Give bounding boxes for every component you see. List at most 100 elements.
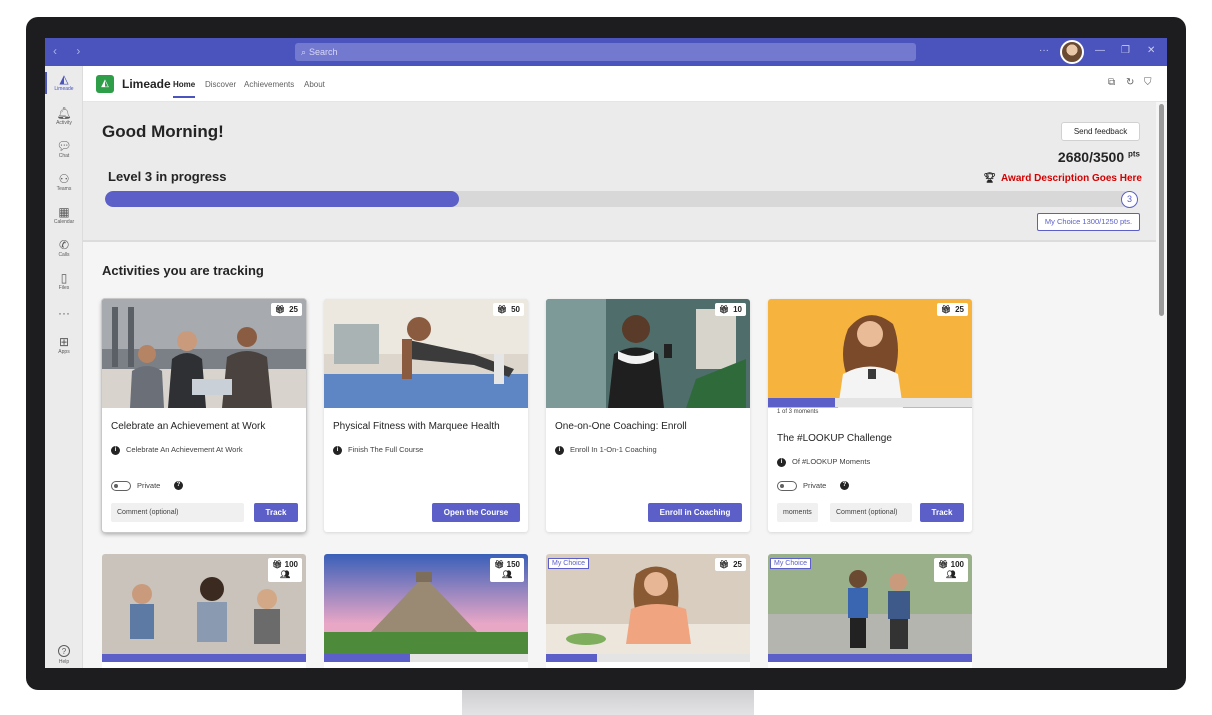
progress-strip (768, 654, 972, 662)
rail-item-files[interactable]: ▯ Files (45, 271, 83, 292)
nav-arrows[interactable]: ‹ › (53, 44, 88, 58)
card-title[interactable]: One-on-One Coaching: Enroll (555, 421, 687, 432)
progress-strip (324, 654, 528, 662)
gift-icon: 🎁︎ (718, 560, 730, 569)
more-options-button[interactable]: ··· (1039, 45, 1049, 56)
activity-card-nutrition[interactable]: My Choice 🎁︎ 25 (546, 554, 750, 668)
points-badge: 🎁︎ 100 👥︎ (934, 558, 968, 582)
points-badge: 🎁︎ 10 (714, 303, 746, 316)
rail-item-teams[interactable]: ⚇ Teams (45, 172, 83, 193)
private-label: Private (803, 481, 827, 490)
private-toggle[interactable] (777, 481, 797, 491)
level-badge: 3 (1121, 191, 1138, 208)
tab-discover[interactable]: Discover (205, 80, 236, 89)
moments-progress-fill (768, 398, 836, 407)
teams-window: ‹ › ⌕ Search ··· — ❐ ✕ ◭ Limeade 🔔︎ Activ… (45, 38, 1167, 668)
points-badge: 🎁︎ 100 👥︎ (268, 558, 302, 582)
gift-icon: 🎁︎ (272, 560, 283, 569)
gift-icon: 🎁︎ (494, 560, 505, 569)
level-progress-bar (105, 191, 1131, 207)
minimize-button[interactable]: — (1095, 45, 1105, 56)
rail-item-more[interactable]: ··· (45, 306, 83, 320)
help-icon[interactable]: ? (174, 481, 183, 490)
activity-card-celebrate[interactable]: 🎁︎ 25 Celebrate an Achievement at Work iC… (102, 299, 306, 532)
info-icon: i (777, 457, 786, 467)
maximize-button[interactable]: ❐ (1121, 45, 1130, 56)
comment-input[interactable]: Comment (optional) (830, 503, 912, 522)
rail-item-help[interactable]: ? Help (45, 641, 83, 666)
card-title[interactable]: Celebrate an Achievement at Work (111, 421, 265, 432)
activity-card-fitness[interactable]: 🎁︎ 50 Physical Fitness with Marquee Healt… (324, 299, 528, 532)
search-placeholder: Search (309, 47, 338, 57)
progress-strip (546, 654, 750, 662)
info-icon: i (111, 445, 120, 455)
info-icon: i (555, 445, 564, 455)
user-avatar[interactable] (1060, 40, 1084, 64)
rail-item-chat[interactable]: 💬︎ Chat (45, 139, 83, 160)
popout-icon[interactable]: ⧉ (1108, 77, 1115, 88)
tab-achievements[interactable]: Achievements (244, 80, 294, 89)
card-subtitle: i Enroll In 1-On-1 Coaching (555, 445, 657, 455)
track-button[interactable]: Track (254, 503, 298, 522)
award-description[interactable]: 🏆︎ Award Description Goes Here (983, 173, 1142, 184)
activity-card-coaching[interactable]: 🎁︎ 10 One-on-One Coaching: Enroll i Enroll… (546, 299, 750, 532)
help-icon[interactable]: ? (840, 481, 849, 490)
rail-item-limeade[interactable]: ◭ Limeade (45, 72, 83, 94)
help-icon: ? (58, 645, 70, 657)
gift-icon: 🎁︎ (718, 305, 730, 314)
group-icon: 👥︎ (280, 570, 291, 579)
comment-input[interactable]: Comment (optional) (111, 503, 244, 522)
private-toggle[interactable] (111, 481, 131, 491)
activity-card-meditation[interactable]: 🎁︎ 100 👥︎ (102, 554, 306, 668)
card-title[interactable]: The #LOOKUP Challenge (777, 433, 892, 444)
open-course-button[interactable]: Open the Course (432, 503, 520, 522)
vertical-scrollbar[interactable] (1159, 104, 1164, 316)
rail-item-calendar[interactable]: ▦ Calendar (45, 205, 83, 226)
file-icon: ▯ (60, 271, 68, 285)
refresh-icon[interactable]: ↻ (1126, 77, 1134, 88)
tab-about[interactable]: About (304, 80, 325, 89)
rail-item-apps[interactable]: ⊞ Apps (45, 335, 83, 356)
trophy-icon: 🏆︎ (983, 173, 997, 184)
moments-input[interactable]: moments (777, 503, 818, 522)
rail-item-calls[interactable]: ✆ Calls (45, 238, 83, 259)
send-feedback-button[interactable]: Send feedback (1061, 122, 1140, 141)
main-content: Good Morning! Send feedback 2680/3500 pt… (83, 102, 1156, 668)
group-icon: 👥︎ (946, 570, 957, 579)
app-name: Limeade (122, 77, 171, 91)
tab-home[interactable]: Home (173, 80, 196, 98)
close-button[interactable]: ✕ (1147, 45, 1155, 56)
phone-icon: ✆ (58, 238, 70, 252)
calendar-icon: ▦ (58, 205, 70, 219)
points-badge: 🎁︎ 25 (714, 558, 746, 571)
track-button[interactable]: Track (920, 503, 964, 522)
gift-icon: 🎁︎ (940, 305, 952, 314)
progress-fill (102, 654, 306, 662)
points-badge: 🎁︎ 50 (492, 303, 524, 316)
activity-card-lookup[interactable]: 🎁︎ 25 1 of 3 moments The #LOOKUP Challeng… (768, 299, 972, 532)
level-status: Level 3 in progress (108, 169, 227, 184)
app-header: ◭ Limeade Home Discover Achievements Abo… (83, 66, 1167, 102)
my-choice-tag: My Choice (548, 558, 590, 569)
rail-item-activity[interactable]: 🔔︎ Activity (45, 106, 83, 127)
search-input[interactable]: ⌕ Search (295, 43, 916, 61)
enroll-button[interactable]: Enroll in Coaching (648, 503, 742, 522)
points-total: 2680/3500 pts (1057, 149, 1140, 165)
shield-icon[interactable]: ⛉ (1144, 77, 1152, 88)
progress-fill (546, 654, 597, 662)
card-title[interactable]: Physical Fitness with Marquee Health (333, 421, 500, 432)
my-choice-button[interactable]: My Choice 1300/1250 pts. (1037, 213, 1140, 231)
progress-fill (768, 654, 972, 662)
moments-progress-bar (768, 398, 972, 407)
search-icon: ⌕ (301, 47, 307, 57)
apps-icon: ⊞ (58, 335, 70, 349)
points-badge: 🎁︎ 25 (270, 303, 302, 316)
greeting-title: Good Morning! (102, 122, 224, 141)
gift-icon: 🎁︎ (938, 560, 949, 569)
limeade-logo-icon: ◭ (96, 75, 114, 93)
progress-fill (324, 654, 410, 662)
activity-card-walking[interactable]: My Choice 🎁︎ 100 👥︎ (768, 554, 972, 668)
hero-panel: Good Morning! Send feedback 2680/3500 pt… (83, 102, 1156, 242)
card-subtitle: i Celebrate An Achievement At Work (111, 445, 243, 455)
activity-card-travel[interactable]: 🎁︎ 150 👥︎ (324, 554, 528, 668)
